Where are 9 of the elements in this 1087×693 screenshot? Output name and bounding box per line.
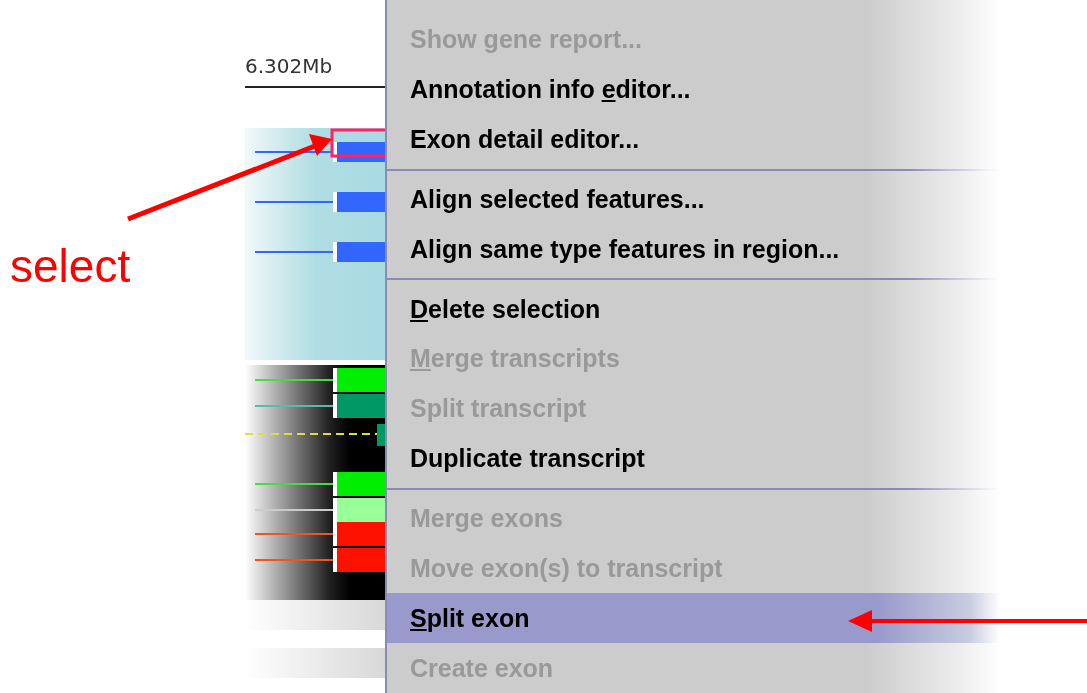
annotation-label: select — [10, 239, 131, 294]
menu-item[interactable]: Annotation info editor... — [387, 64, 1000, 115]
ruler-label: 6.302Mb — [245, 54, 333, 80]
menu-item[interactable]: Align selected features... — [387, 174, 1000, 225]
menu-item[interactable]: Exon detail editor... — [387, 114, 1000, 165]
menu-item[interactable]: Duplicate transcript — [387, 433, 1000, 484]
menu-item[interactable]: Delete selection — [387, 284, 1000, 335]
menu-item[interactable]: Split exon — [387, 593, 1000, 644]
menu-item[interactable]: Align same type features in region... — [387, 224, 1000, 275]
